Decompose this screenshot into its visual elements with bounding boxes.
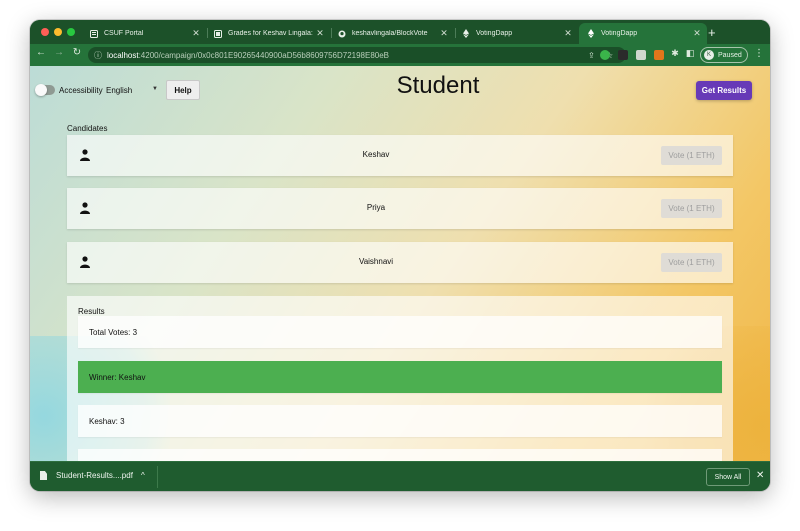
new-tab-button[interactable]: + bbox=[708, 25, 716, 40]
page-title: Student bbox=[396, 72, 480, 99]
total-votes: Total Votes: 3 bbox=[78, 316, 722, 348]
candidates-heading: Candidates bbox=[67, 124, 108, 133]
divider bbox=[157, 466, 158, 488]
file-icon bbox=[40, 471, 47, 480]
download-item[interactable]: Student-Results....pdf bbox=[40, 471, 133, 480]
more-menu-icon[interactable]: ⋮ bbox=[754, 48, 764, 59]
tab-title: Grades for Keshav Lingala: Su bbox=[228, 30, 314, 37]
download-file-name: Student-Results....pdf bbox=[56, 471, 133, 480]
results-heading: Results bbox=[78, 307, 105, 316]
show-all-button[interactable]: Show All bbox=[706, 468, 750, 486]
candidate-card: Vaishnavi Vote (1 ETH) bbox=[67, 242, 733, 283]
metamask-icon[interactable] bbox=[654, 50, 664, 60]
tab-votingdapp-active[interactable]: VotingDapp ✕ bbox=[579, 23, 707, 44]
close-icon[interactable]: ✕ bbox=[562, 28, 574, 39]
candidate-name: Keshav bbox=[362, 150, 390, 159]
close-icon[interactable]: ✕ bbox=[190, 28, 202, 39]
share-icon[interactable]: ⇪ bbox=[588, 47, 595, 63]
minimize-window-button[interactable] bbox=[54, 28, 62, 36]
close-window-button[interactable] bbox=[41, 28, 49, 36]
tab-title: keshavlingala/BlockVote bbox=[352, 30, 428, 37]
profile-status: Paused bbox=[718, 51, 742, 59]
forward-arrow-icon[interactable]: → bbox=[52, 47, 66, 58]
chevron-up-icon[interactable]: ^ bbox=[141, 471, 145, 480]
get-results-button[interactable]: Get Results bbox=[696, 81, 752, 100]
side-panel-icon[interactable]: ◧ bbox=[683, 48, 697, 59]
github-icon bbox=[338, 30, 346, 38]
tab-strip: CSUF Portal ✕ Grades for Keshav Lingala:… bbox=[30, 20, 770, 44]
result-tally: Priya: 0 bbox=[78, 449, 722, 461]
url-host: localhost bbox=[107, 50, 139, 60]
tab-title: VotingDapp bbox=[601, 30, 638, 37]
tab-csuf-portal[interactable]: CSUF Portal ✕ bbox=[82, 23, 206, 44]
tab-title: CSUF Portal bbox=[104, 30, 144, 37]
profile-button[interactable]: K Paused bbox=[700, 47, 748, 63]
results-card: Results Total Votes: 3 Winner: Keshav Ke… bbox=[67, 296, 733, 461]
page-content: Accessibility English ▼ Help Student Get… bbox=[30, 66, 770, 461]
info-icon[interactable]: ⓘ bbox=[94, 50, 102, 61]
close-icon[interactable]: ✕ bbox=[314, 28, 326, 39]
tab-title: VotingDapp bbox=[476, 30, 513, 37]
avatar: K bbox=[704, 50, 714, 60]
extension-icon[interactable] bbox=[618, 50, 628, 60]
candidate-card: Keshav Vote (1 ETH) bbox=[67, 135, 733, 176]
vote-button[interactable]: Vote (1 ETH) bbox=[661, 199, 722, 218]
address-bar[interactable]: ⓘ localhost :4200/campaign/0x0c801E90265… bbox=[88, 47, 626, 63]
close-icon[interactable]: ✕ bbox=[438, 28, 450, 39]
ethereum-icon bbox=[462, 29, 470, 38]
tab-grades[interactable]: Grades for Keshav Lingala: Su ✕ bbox=[206, 23, 330, 44]
candidate-name: Priya bbox=[366, 203, 386, 212]
tab-github[interactable]: keshavlingala/BlockVote ✕ bbox=[330, 23, 454, 44]
tab-votingdapp[interactable]: VotingDapp ✕ bbox=[454, 23, 578, 44]
url-path: :4200/campaign/0x0c801E90265440900aD56b8… bbox=[138, 50, 390, 60]
csuf-portal-icon bbox=[90, 29, 98, 38]
candidate-name: Vaishnavi bbox=[358, 257, 394, 266]
winner-banner: Winner: Keshav bbox=[78, 361, 722, 393]
browser-window: CSUF Portal ✕ Grades for Keshav Lingala:… bbox=[30, 20, 770, 491]
maximize-window-button[interactable] bbox=[67, 28, 75, 36]
ethereum-icon bbox=[587, 29, 595, 38]
download-bar: Student-Results....pdf ^ Show All ✕ bbox=[30, 461, 770, 491]
close-icon[interactable]: ✕ bbox=[691, 28, 703, 39]
browser-toolbar: ← → ↻ ⓘ localhost :4200/campaign/0x0c801… bbox=[30, 44, 770, 66]
result-tally: Keshav: 3 bbox=[78, 405, 722, 437]
grammarly-extension-icon[interactable] bbox=[600, 50, 610, 60]
close-icon[interactable]: ✕ bbox=[756, 470, 764, 481]
canvas-grades-icon bbox=[214, 29, 222, 38]
vote-button[interactable]: Vote (1 ETH) bbox=[661, 146, 722, 165]
reload-icon[interactable]: ↻ bbox=[70, 47, 84, 58]
puzzle-extensions-icon[interactable]: ✱ bbox=[668, 48, 682, 59]
back-arrow-icon[interactable]: ← bbox=[34, 47, 48, 58]
extension-badge-icon[interactable] bbox=[636, 50, 646, 60]
candidate-card: Priya Vote (1 ETH) bbox=[67, 188, 733, 229]
vote-button[interactable]: Vote (1 ETH) bbox=[661, 253, 722, 272]
